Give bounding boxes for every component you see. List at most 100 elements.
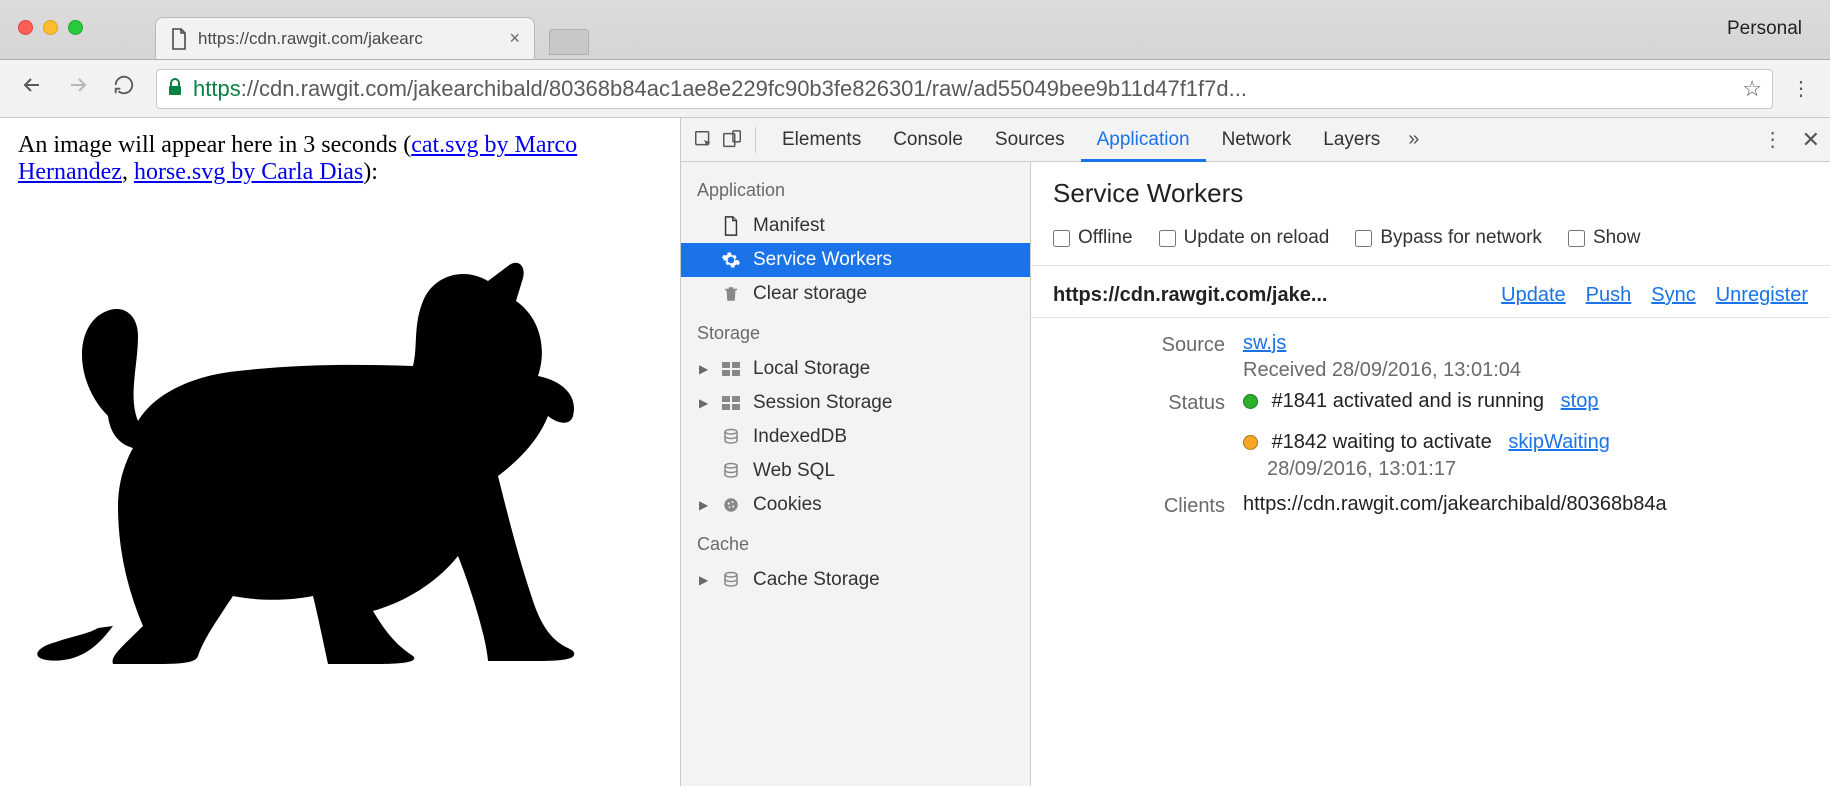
sw-action-push[interactable]: Push (1586, 284, 1632, 307)
devtools-tab-layers[interactable]: Layers (1307, 118, 1396, 162)
sidebar-item-label: Session Storage (753, 392, 892, 414)
sidebar-item-service-workers[interactable]: Service Workers (681, 243, 1030, 277)
checkbox[interactable] (1159, 230, 1176, 247)
url-scheme: https (193, 76, 241, 101)
profile-label[interactable]: Personal (1727, 18, 1802, 40)
browser-tab[interactable]: https://cdn.rawgit.com/jakearc × (155, 17, 535, 59)
titlebar: https://cdn.rawgit.com/jakearc × Persona… (0, 0, 1830, 60)
sw-action-sync[interactable]: Sync (1651, 284, 1695, 307)
devtools-tab-sources[interactable]: Sources (979, 118, 1081, 162)
sw-check-offline[interactable]: Offline (1053, 227, 1133, 249)
expand-triangle-icon: ▶ (699, 573, 709, 587)
sw-waiting-time: 28/09/2016, 13:01:17 (1243, 458, 1808, 481)
sw-stop-link[interactable]: stop (1561, 390, 1599, 412)
close-window-button[interactable] (18, 20, 33, 35)
inspect-element-icon[interactable] (691, 127, 717, 153)
sidebar-item-session-storage[interactable]: ▶Session Storage (681, 386, 1030, 420)
sw-skipwaiting-link[interactable]: skipWaiting (1508, 431, 1610, 453)
minimize-window-button[interactable] (43, 20, 58, 35)
new-tab-button[interactable] (549, 29, 589, 55)
devtools-tab-console[interactable]: Console (877, 118, 979, 162)
application-sidebar: Application Manifest Service Workers Clear … (681, 162, 1031, 786)
bookmark-star-icon[interactable]: ☆ (1742, 76, 1762, 102)
checkbox[interactable] (1053, 230, 1070, 247)
checkbox[interactable] (1568, 230, 1585, 247)
devtools-tabs: ElementsConsoleSourcesApplicationNetwork… (681, 118, 1830, 162)
url-rest: ://cdn.rawgit.com/jakearchibald/80368b84… (241, 76, 1247, 101)
sidebar-item-manifest[interactable]: Manifest (681, 209, 1030, 243)
sidebar-item-cookies[interactable]: ▶Cookies (681, 488, 1030, 522)
sw-details: Source sw.js Received 28/09/2016, 13:01:… (1031, 318, 1830, 540)
page-text: An image will appear here in 3 seconds (… (18, 132, 662, 186)
sw-status-active: #1841 activated and is running stop (1243, 390, 1808, 413)
maximize-window-button[interactable] (68, 20, 83, 35)
sidebar-item-clear-storage[interactable]: Clear storage (681, 277, 1030, 311)
devtools-tab-application[interactable]: Application (1081, 118, 1206, 162)
devtools-body: Application Manifest Service Workers Clear … (681, 162, 1830, 786)
db-icon (721, 570, 741, 590)
devtools-more-tabs-icon[interactable]: » (1398, 128, 1429, 151)
sidebar-item-label: Cache Storage (753, 569, 880, 591)
sidebar-item-label: Web SQL (753, 460, 835, 482)
devtools-menu-button[interactable]: ⋮ (1763, 127, 1784, 152)
separator (755, 127, 756, 153)
status-dot-orange-icon (1243, 435, 1258, 450)
back-button[interactable] (18, 73, 46, 104)
page-viewport: An image will appear here in 3 seconds (… (0, 118, 680, 786)
browser-menu-button[interactable]: ⋮ (1791, 76, 1812, 101)
sw-origin-row: https://cdn.rawgit.com/jake... Update Pus… (1031, 266, 1830, 318)
sw-check-show[interactable]: Show (1568, 227, 1641, 249)
service-workers-panel: Service Workers Offline Update on reload B… (1031, 162, 1830, 786)
sw-check-update-on-reload[interactable]: Update on reload (1159, 227, 1330, 249)
sidebar-item-indexeddb[interactable]: IndexedDB (681, 420, 1030, 454)
page-icon (170, 28, 188, 50)
sw-actions: Update Push Sync Unregister (1501, 284, 1808, 307)
sidebar-item-label: Local Storage (753, 358, 870, 380)
grid-icon (721, 362, 741, 376)
sw-action-unregister[interactable]: Unregister (1716, 284, 1808, 307)
sidebar-group-header: Cache (681, 522, 1030, 563)
sidebar-group-header: Storage (681, 311, 1030, 352)
sw-source-link[interactable]: sw.js (1243, 332, 1286, 354)
grid-icon (721, 396, 741, 410)
device-toolbar-icon[interactable] (719, 127, 745, 153)
label-status: Status (1053, 390, 1243, 415)
devtools-tab-elements[interactable]: Elements (766, 118, 877, 162)
sidebar-item-label: Cookies (753, 494, 822, 516)
close-tab-icon[interactable]: × (509, 28, 520, 49)
sw-check-bypass-for-network[interactable]: Bypass for network (1355, 227, 1542, 249)
sw-source-received: Received 28/09/2016, 13:01:04 (1243, 359, 1808, 382)
doc-icon (721, 216, 741, 236)
label-clients: Clients (1053, 493, 1243, 518)
link-horse-svg[interactable]: horse.svg by Carla Dias (134, 159, 363, 185)
sw-clients-value: https://cdn.rawgit.com/jakearchibald/803… (1243, 493, 1808, 516)
address-bar[interactable]: https://cdn.rawgit.com/jakearchibald/803… (156, 69, 1773, 109)
expand-triangle-icon: ▶ (699, 362, 709, 376)
db-icon (721, 427, 741, 447)
sidebar-item-label: Manifest (753, 215, 825, 237)
sw-origin: https://cdn.rawgit.com/jake... (1053, 284, 1328, 307)
cat-image (18, 186, 618, 666)
sidebar-group-header: Application (681, 168, 1030, 209)
sw-options-row: Offline Update on reload Bypass for networ… (1031, 223, 1830, 266)
sidebar-item-label: Clear storage (753, 283, 867, 305)
sidebar-item-label: IndexedDB (753, 426, 847, 448)
checkbox[interactable] (1355, 230, 1372, 247)
sw-action-update[interactable]: Update (1501, 284, 1566, 307)
window-controls (18, 20, 83, 35)
sidebar-item-cache-storage[interactable]: ▶ Cache Storage (681, 563, 1030, 597)
tab-strip: https://cdn.rawgit.com/jakearc × (155, 0, 589, 59)
cookie-icon (721, 496, 741, 514)
toolbar: https://cdn.rawgit.com/jakearchibald/803… (0, 60, 1830, 118)
sidebar-item-label: Service Workers (753, 249, 892, 271)
devtools-close-icon[interactable]: ✕ (1802, 127, 1820, 153)
sidebar-item-web-sql[interactable]: Web SQL (681, 454, 1030, 488)
sidebar-item-local-storage[interactable]: ▶ Local Storage (681, 352, 1030, 386)
gear-icon (721, 250, 741, 270)
content-area: An image will appear here in 3 seconds (… (0, 118, 1830, 786)
browser-window: https://cdn.rawgit.com/jakearc × Persona… (0, 0, 1830, 786)
forward-button[interactable] (64, 73, 92, 104)
devtools-tab-network[interactable]: Network (1206, 118, 1308, 162)
reload-button[interactable] (110, 74, 138, 103)
panel-title: Service Workers (1031, 174, 1830, 223)
